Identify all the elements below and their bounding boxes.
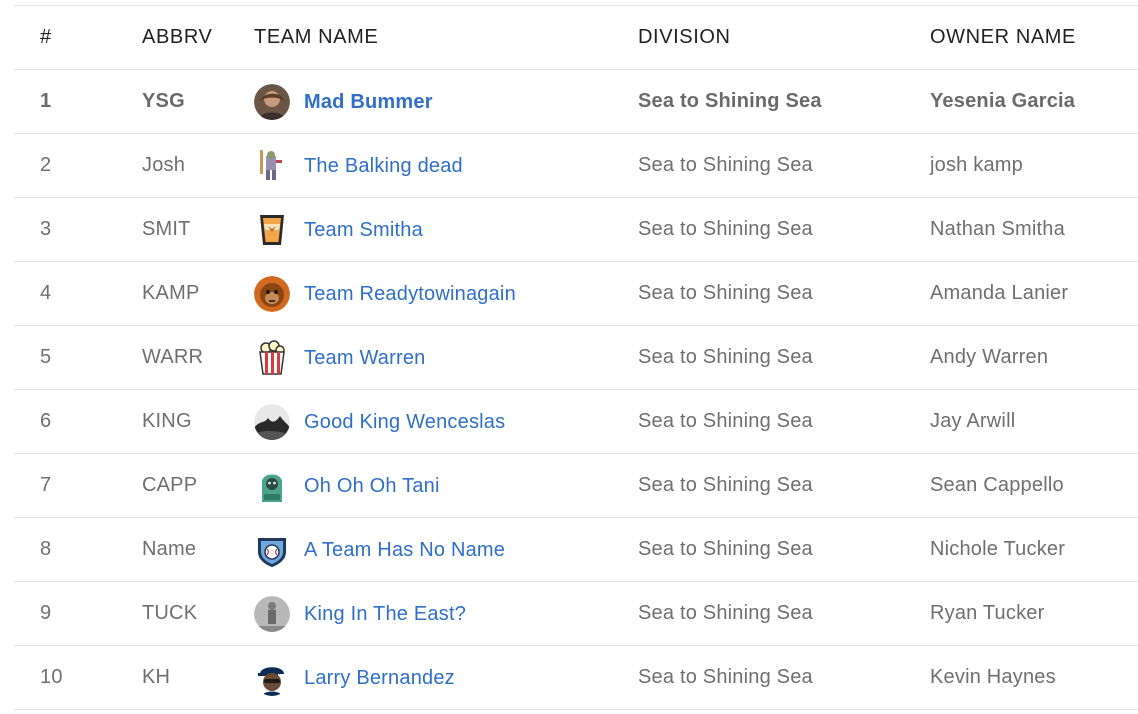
row-rank: 1 [40, 90, 52, 112]
table-row: 10 KH Larry Bernandez Sea to Shining Sea… [14, 646, 1138, 710]
header-owner-name[interactable]: OWNER NAME [930, 26, 1076, 49]
row-division: Sea to Shining Sea [638, 282, 813, 304]
team-cell: Mad Bummer [254, 84, 433, 120]
row-owner: Nichole Tucker [930, 538, 1066, 560]
row-abbrv: WARR [142, 346, 204, 368]
row-abbrv: CAPP [142, 474, 198, 496]
row-division: Sea to Shining Sea [638, 410, 813, 432]
row-abbrv: KING [142, 410, 192, 432]
team-name-link[interactable]: The Balking dead [304, 155, 463, 178]
row-owner: Ryan Tucker [930, 602, 1045, 624]
row-abbrv: Name [142, 538, 197, 560]
team-avatar[interactable] [254, 468, 290, 504]
team-avatar[interactable] [254, 84, 290, 120]
header-team-name[interactable]: TEAM NAME [254, 26, 378, 49]
header-division[interactable]: DIVISION [638, 26, 731, 49]
team-cell: Team Readytowinagain [254, 276, 516, 312]
row-abbrv: TUCK [142, 602, 198, 624]
row-abbrv: KAMP [142, 282, 200, 304]
team-cell: The Balking dead [254, 148, 463, 184]
team-avatar[interactable] [254, 660, 290, 696]
team-name-link[interactable]: Mad Bummer [304, 91, 433, 114]
row-owner: Andy Warren [930, 346, 1049, 368]
row-division: Sea to Shining Sea [638, 346, 813, 368]
team-name-link[interactable]: Team Smitha [304, 219, 423, 242]
team-cell: King In The East? [254, 596, 466, 632]
team-name-link[interactable]: Oh Oh Oh Tani [304, 475, 440, 498]
row-division: Sea to Shining Sea [638, 90, 822, 112]
team-cell: A Team Has No Name [254, 532, 505, 568]
table-row: 3 SMIT Team Smitha Sea to Shining Sea Na… [14, 198, 1138, 262]
row-division: Sea to Shining Sea [638, 218, 813, 240]
row-division: Sea to Shining Sea [638, 154, 813, 176]
row-owner: josh kamp [930, 154, 1023, 176]
row-abbrv: Josh [142, 154, 186, 176]
row-rank: 8 [40, 538, 52, 560]
team-name-link[interactable]: Larry Bernandez [304, 667, 455, 690]
table-header: # ABBRV TEAM NAME DIVISION OWNER NAME [14, 6, 1138, 70]
team-name-link[interactable]: King In The East? [304, 603, 466, 626]
team-cell: Good King Wenceslas [254, 404, 505, 440]
row-rank: 7 [40, 474, 52, 496]
table-row: 9 TUCK King In The East? Sea to Shining … [14, 582, 1138, 646]
row-rank: 9 [40, 602, 52, 624]
table-row: 4 KAMP Team Readytowinagain Sea to Shini… [14, 262, 1138, 326]
row-division: Sea to Shining Sea [638, 602, 813, 624]
team-name-link[interactable]: Team Readytowinagain [304, 283, 516, 306]
team-avatar[interactable] [254, 596, 290, 632]
table-row: 7 CAPP Oh Oh Oh Tani Sea to Shining Sea … [14, 454, 1138, 518]
row-rank: 3 [40, 218, 52, 240]
row-division: Sea to Shining Sea [638, 538, 813, 560]
team-avatar[interactable] [254, 404, 290, 440]
team-name-link[interactable]: Good King Wenceslas [304, 411, 505, 434]
team-cell: Team Smitha [254, 212, 423, 248]
team-cell: Oh Oh Oh Tani [254, 468, 440, 504]
team-avatar[interactable] [254, 148, 290, 184]
table-row: 8 Name A Team Has No Name Sea to Shining… [14, 518, 1138, 582]
row-division: Sea to Shining Sea [638, 666, 813, 688]
row-division: Sea to Shining Sea [638, 474, 813, 496]
table-row: 5 WARR Team Warren Sea to Shining Sea An… [14, 326, 1138, 390]
row-owner: Yesenia Garcia [930, 90, 1076, 112]
table-row: 1 YSG Mad Bummer Sea to Shining Sea Yese… [14, 70, 1138, 134]
row-rank: 2 [40, 154, 52, 176]
team-avatar[interactable] [254, 276, 290, 312]
standings-table: # ABBRV TEAM NAME DIVISION OWNER NAME 1 … [14, 5, 1138, 710]
row-owner: Amanda Lanier [930, 282, 1069, 304]
row-rank: 4 [40, 282, 52, 304]
team-name-link[interactable]: Team Warren [304, 347, 426, 370]
row-owner: Kevin Haynes [930, 666, 1056, 688]
header-rank[interactable]: # [40, 26, 52, 49]
team-avatar[interactable] [254, 340, 290, 376]
row-owner: Jay Arwill [930, 410, 1016, 432]
row-abbrv: SMIT [142, 218, 191, 240]
row-abbrv: YSG [142, 90, 185, 112]
team-cell: Team Warren [254, 340, 426, 376]
row-abbrv: KH [142, 666, 171, 688]
team-avatar[interactable] [254, 212, 290, 248]
row-rank: 6 [40, 410, 52, 432]
row-owner: Nathan Smitha [930, 218, 1065, 240]
table-row: 6 KING Good King Wenceslas Sea to Shinin… [14, 390, 1138, 454]
team-name-link[interactable]: A Team Has No Name [304, 539, 505, 562]
header-abbrv[interactable]: ABBRV [142, 26, 212, 49]
row-owner: Sean Cappello [930, 474, 1064, 496]
team-avatar[interactable] [254, 532, 290, 568]
row-rank: 5 [40, 346, 52, 368]
team-cell: Larry Bernandez [254, 660, 455, 696]
row-rank: 10 [40, 666, 63, 688]
table-row: 2 Josh The Balking dead Sea to Shining S… [14, 134, 1138, 198]
